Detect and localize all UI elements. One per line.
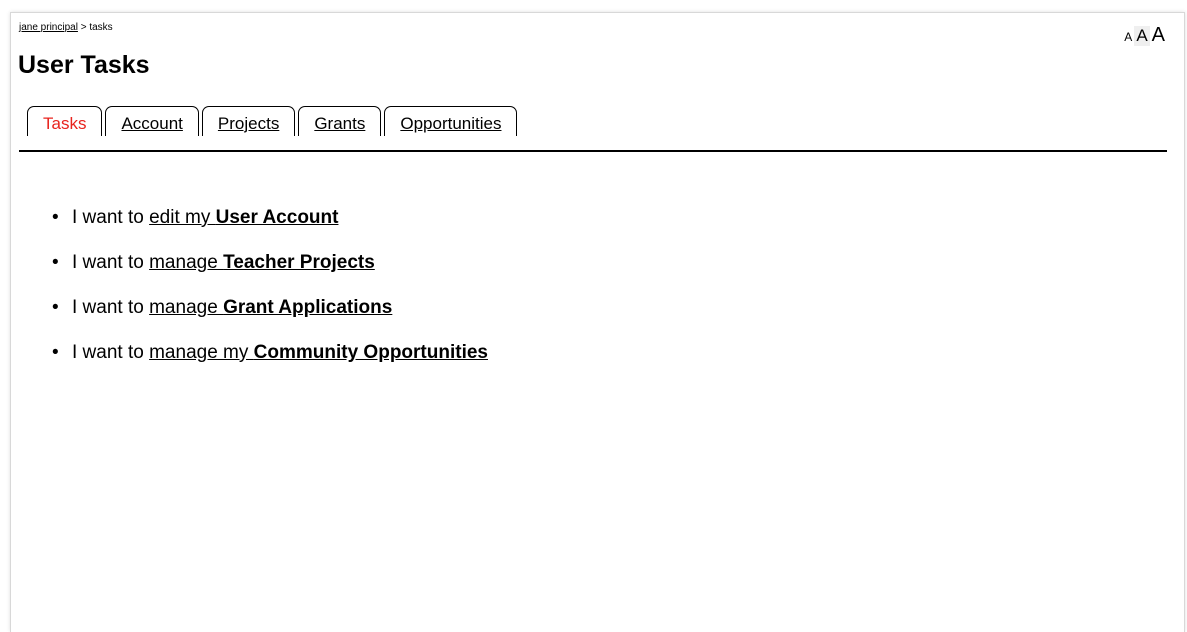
task-prefix: I want to xyxy=(72,252,150,273)
breadcrumb-separator: > xyxy=(77,22,90,33)
font-size-large-button[interactable]: A xyxy=(1150,24,1167,47)
bullet: • xyxy=(52,207,59,228)
task-link-bold: Teacher Projects xyxy=(223,252,375,273)
tab-divider xyxy=(19,150,1167,152)
task-link-text: manage xyxy=(149,252,224,273)
manage-teacher-projects-link[interactable]: manage Teacher Projects xyxy=(149,252,375,273)
tab-label: Projects xyxy=(217,114,280,133)
task-link-bold: User Account xyxy=(215,207,339,228)
task-item-grant-applications: • I want to manage Grant Applications xyxy=(52,296,488,319)
task-link-bold: Grant Applications xyxy=(223,297,393,318)
manage-community-opportunities-link[interactable]: manage my Community Opportunities xyxy=(149,342,488,363)
task-prefix: I want to xyxy=(72,297,150,318)
task-link-bold: Community Opportunities xyxy=(253,342,488,363)
breadcrumb: jane principal > tasks xyxy=(19,22,113,34)
edit-user-account-link[interactable]: edit my User Account xyxy=(149,207,338,228)
tab-label: Account xyxy=(121,114,183,133)
bullet: • xyxy=(52,297,59,318)
bullet: • xyxy=(52,342,59,363)
task-link-text: manage xyxy=(149,297,224,318)
font-size-small-button[interactable]: A xyxy=(1122,30,1134,44)
breadcrumb-current: tasks xyxy=(89,22,113,33)
breadcrumb-user-link[interactable]: jane principal xyxy=(19,22,78,33)
font-size-controls: A A A xyxy=(1122,24,1167,47)
manage-grant-applications-link[interactable]: manage Grant Applications xyxy=(149,297,392,318)
task-item-community-opportunities: • I want to manage my Community Opportuni… xyxy=(52,341,488,364)
task-prefix: I want to xyxy=(72,342,150,363)
task-prefix: I want to xyxy=(72,207,150,228)
task-item-user-account: • I want to edit my User Account xyxy=(52,206,488,229)
task-link-text: manage my xyxy=(149,342,254,363)
page-title: User Tasks xyxy=(18,51,150,79)
tab-bar: Tasks Account Projects Grants Opportunit… xyxy=(27,106,520,136)
tab-opportunities[interactable]: Opportunities xyxy=(384,106,518,136)
bullet: • xyxy=(52,252,59,273)
tab-label: Grants xyxy=(314,114,366,133)
task-link-text: edit my xyxy=(149,207,216,228)
tab-tasks[interactable]: Tasks xyxy=(27,106,103,136)
font-size-medium-button[interactable]: A xyxy=(1134,26,1150,46)
tab-grants[interactable]: Grants xyxy=(298,106,382,136)
tab-projects[interactable]: Projects xyxy=(201,106,296,136)
task-list: • I want to edit my User Account • I want … xyxy=(52,206,488,386)
task-item-teacher-projects: • I want to manage Teacher Projects xyxy=(52,251,488,274)
tab-label: Tasks xyxy=(43,114,87,133)
tab-label: Opportunities xyxy=(400,114,502,133)
tab-account[interactable]: Account xyxy=(105,106,199,136)
